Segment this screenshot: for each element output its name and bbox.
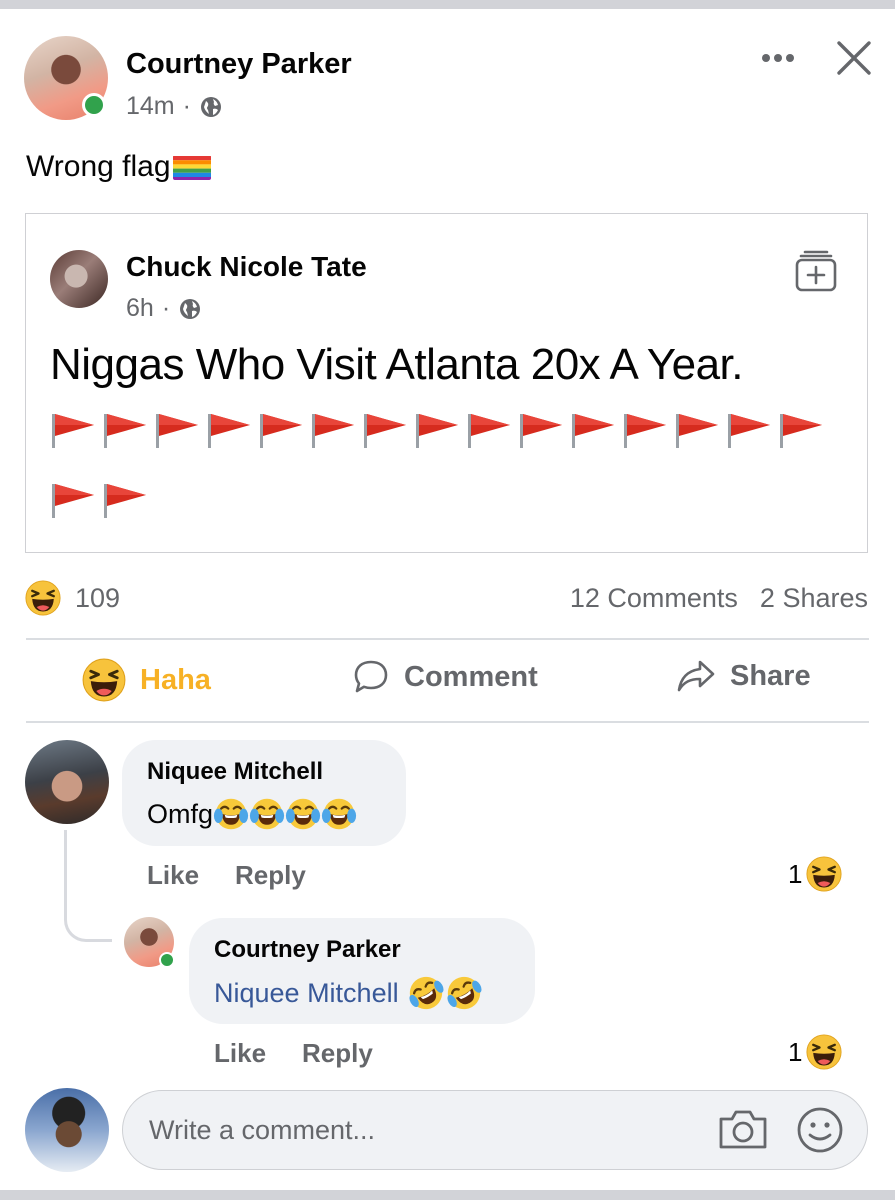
- red-flag-emoji: [518, 410, 564, 450]
- comment-reaction[interactable]: 1: [788, 856, 842, 892]
- red-flag-emoji: [102, 480, 148, 520]
- red-flag-emoji: [466, 410, 512, 450]
- shared-meta: 6h ·: [126, 294, 202, 323]
- comment-icon: [354, 660, 388, 693]
- haha-icon: [82, 658, 126, 702]
- reply-thread-line: [64, 830, 112, 942]
- comment-input[interactable]: Write a comment...: [122, 1090, 868, 1170]
- post-meta: 14m ·: [126, 92, 223, 121]
- reply-author[interactable]: Courtney Parker: [214, 936, 401, 964]
- comment-reaction[interactable]: 1: [788, 1034, 842, 1070]
- share-label: Share: [730, 659, 811, 692]
- red-flag-emoji: [570, 410, 616, 450]
- shared-author[interactable]: Chuck Nicole Tate: [126, 251, 367, 283]
- commenter-avatar[interactable]: [25, 740, 109, 824]
- rofl-emoji: [445, 974, 483, 1012]
- red-flag-emoji: [414, 410, 460, 450]
- reply-text: Niquee Mitchell: [214, 974, 483, 1012]
- haha-icon: [25, 580, 61, 616]
- share-button[interactable]: Share: [676, 658, 811, 694]
- shared-post-text: Niggas Who Visit Atlanta 20x A Year.: [50, 340, 744, 389]
- shared-time[interactable]: 6h: [126, 294, 154, 323]
- red-flag-emoji: [362, 410, 408, 450]
- red-flag-emoji: [778, 410, 824, 450]
- post-author[interactable]: Courtney Parker: [126, 48, 352, 81]
- current-user-avatar[interactable]: [25, 1088, 109, 1172]
- online-status-dot: [159, 952, 175, 968]
- more-icon: [762, 54, 794, 62]
- globe-icon: [178, 297, 202, 321]
- engagement-stats: 12 Comments 2 Shares: [570, 583, 868, 614]
- more-options-button[interactable]: [758, 40, 798, 76]
- meta-separator: ·: [182, 92, 191, 120]
- comment-author[interactable]: Niquee Mitchell: [147, 758, 323, 786]
- mention-link[interactable]: Niquee Mitchell: [214, 978, 399, 1009]
- top-border: [0, 0, 895, 9]
- flag-row: [50, 410, 850, 450]
- post-text: Wrong flag: [26, 150, 211, 184]
- save-post-icon[interactable]: [794, 249, 838, 293]
- haha-reaction-button[interactable]: Haha: [82, 658, 211, 702]
- red-flag-emoji: [622, 410, 668, 450]
- shared-author-avatar[interactable]: [50, 250, 108, 308]
- close-icon[interactable]: [832, 36, 876, 80]
- divider: [26, 721, 869, 723]
- crying-laughing-emoji: [321, 796, 357, 832]
- like-button[interactable]: Like: [214, 1038, 266, 1069]
- red-flag-emoji: [674, 410, 720, 450]
- red-flag-emoji: [102, 410, 148, 450]
- reaction-count: 109: [75, 582, 121, 613]
- haha-icon: [806, 856, 842, 892]
- red-flag-emoji: [154, 410, 200, 450]
- red-flag-emoji: [50, 410, 96, 450]
- like-button[interactable]: Like: [147, 860, 199, 891]
- divider: [26, 638, 869, 640]
- haha-label: Haha: [140, 663, 211, 696]
- rofl-emoji: [407, 974, 445, 1012]
- rainbow-flag-emoji: [172, 155, 211, 180]
- post-text-content: Wrong flag: [26, 150, 171, 183]
- bottom-border: [0, 1190, 895, 1200]
- crying-laughing-emoji: [213, 796, 249, 832]
- comment-input-placeholder: Write a comment...: [149, 1115, 376, 1145]
- red-flag-emoji: [258, 410, 304, 450]
- comment-button[interactable]: Comment: [352, 658, 538, 696]
- red-flag-emoji: [726, 410, 772, 450]
- comment-label: Comment: [404, 660, 538, 693]
- red-flags: [50, 410, 850, 550]
- sticker-icon[interactable]: [795, 1105, 845, 1155]
- shares-count[interactable]: 2 Shares: [760, 583, 868, 614]
- comment-text: Omfg: [147, 796, 357, 832]
- comment-text-content: Omfg: [147, 798, 214, 829]
- comments-count[interactable]: 12 Comments: [570, 583, 738, 614]
- online-status-dot: [82, 93, 106, 117]
- share-icon: [677, 660, 715, 692]
- globe-icon: [199, 95, 223, 119]
- reply-button[interactable]: Reply: [235, 860, 306, 891]
- red-flag-emoji: [310, 410, 356, 450]
- red-flag-emoji: [50, 480, 96, 520]
- red-flag-emoji: [206, 410, 252, 450]
- reply-button[interactable]: Reply: [302, 1038, 373, 1069]
- haha-icon: [806, 1034, 842, 1070]
- camera-icon[interactable]: [717, 1107, 769, 1151]
- reaction-summary[interactable]: 109: [25, 580, 120, 616]
- post-time[interactable]: 14m: [126, 92, 175, 121]
- crying-laughing-emoji: [285, 796, 321, 832]
- comment-reaction-count: 1: [788, 858, 803, 889]
- comment-reaction-count: 1: [788, 1036, 803, 1067]
- flag-row: [50, 480, 850, 520]
- crying-laughing-emoji: [249, 796, 285, 832]
- meta-separator: ·: [161, 294, 171, 322]
